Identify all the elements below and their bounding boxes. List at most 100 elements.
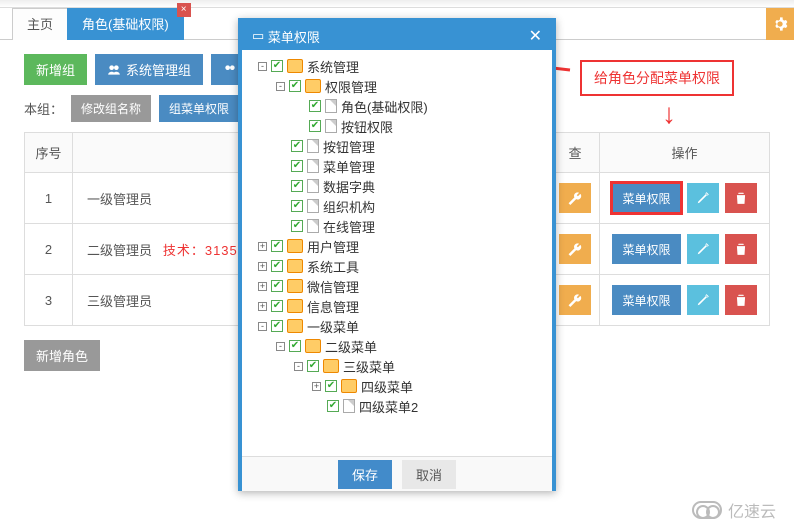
tree-node: 菜单管理 — [248, 156, 546, 176]
tree-checkbox[interactable] — [291, 140, 303, 152]
tree-label[interactable]: 一级菜单 — [307, 317, 359, 336]
tree-expander[interactable]: - — [258, 62, 267, 71]
tree-label[interactable]: 微信管理 — [307, 277, 359, 296]
tree-label[interactable]: 系统工具 — [307, 257, 359, 276]
modal-header[interactable]: ▭ 菜单权限 ✕ — [242, 22, 552, 50]
tree-node: 按钮权限 — [248, 116, 546, 136]
tree-checkbox[interactable] — [271, 280, 283, 292]
tree-checkbox[interactable] — [271, 240, 283, 252]
new-group-button[interactable]: 新增组 — [24, 54, 87, 85]
cell-view — [551, 275, 600, 326]
cell-ops: 菜单权限 — [600, 275, 770, 326]
cancel-button[interactable]: 取消 — [402, 460, 456, 489]
watermark-text: 亿速云 — [728, 498, 776, 522]
tree-label[interactable]: 按钮权限 — [341, 117, 393, 136]
tree-label[interactable]: 数据字典 — [323, 177, 375, 196]
folder-icon — [323, 359, 339, 373]
users-icon — [107, 63, 121, 77]
tree-label[interactable]: 二级菜单 — [325, 337, 377, 356]
add-role-button[interactable]: 新增角色 — [24, 340, 100, 371]
tree-label[interactable]: 四级菜单2 — [359, 397, 418, 416]
save-button[interactable]: 保存 — [338, 460, 392, 489]
menu-perm-modal: ▭ 菜单权限 ✕ - 系统管理 - 权限管理 角色(基础权限) 按钮权限 按钮管… — [238, 18, 556, 491]
tree-expander[interactable]: - — [276, 82, 285, 91]
edit-button[interactable] — [687, 234, 719, 264]
tab-home[interactable]: 主页 — [12, 8, 68, 40]
delete-button[interactable] — [725, 234, 757, 264]
tree-label[interactable]: 权限管理 — [325, 77, 377, 96]
tree-checkbox[interactable] — [307, 360, 319, 372]
tree-node: 四级菜单2 — [248, 396, 546, 416]
tree-checkbox[interactable] — [291, 160, 303, 172]
perm-tree: - 系统管理 - 权限管理 角色(基础权限) 按钮权限 按钮管理 菜单管理 数据… — [248, 56, 546, 416]
file-icon — [325, 119, 337, 133]
wrench-button[interactable] — [559, 234, 591, 264]
tree-checkbox[interactable] — [271, 320, 283, 332]
tree-label[interactable]: 按钮管理 — [323, 137, 375, 156]
modal-title: 菜单权限 — [268, 27, 320, 46]
tree-checkbox[interactable] — [271, 300, 283, 312]
file-icon — [343, 399, 355, 413]
tree-checkbox[interactable] — [271, 60, 283, 72]
modal-body[interactable]: - 系统管理 - 权限管理 角色(基础权限) 按钮权限 按钮管理 菜单管理 数据… — [242, 50, 552, 456]
delete-button[interactable] — [725, 285, 757, 315]
delete-button[interactable] — [725, 183, 757, 213]
tree-expander[interactable]: - — [258, 322, 267, 331]
tree-checkbox[interactable] — [325, 380, 337, 392]
tree-spacer — [294, 122, 305, 131]
tree-expander[interactable]: + — [258, 262, 267, 271]
tab-role-basic-perm[interactable]: 角色(基础权限) × — [67, 8, 184, 40]
settings-gear-button[interactable] — [766, 8, 794, 40]
tree-checkbox[interactable] — [271, 260, 283, 272]
tree-spacer — [276, 202, 287, 211]
tree-label[interactable]: 信息管理 — [307, 297, 359, 316]
tree-label[interactable]: 在线管理 — [323, 217, 375, 236]
cell-ops: 菜单权限 — [600, 224, 770, 275]
close-icon[interactable]: × — [177, 3, 191, 17]
tree-label[interactable]: 三级菜单 — [343, 357, 395, 376]
watermark: 亿速云 — [692, 498, 776, 522]
menu-perm-button[interactable]: 菜单权限 — [612, 234, 680, 264]
file-icon — [307, 219, 319, 233]
tree-expander[interactable]: + — [258, 282, 267, 291]
tree-expander[interactable]: + — [258, 242, 267, 251]
menu-perm-button[interactable]: 菜单权限 — [612, 183, 680, 213]
rename-group-button[interactable]: 修改组名称 — [71, 95, 151, 122]
tree-label[interactable]: 菜单管理 — [323, 157, 375, 176]
tree-spacer — [276, 162, 287, 171]
group-menu-perm-button[interactable]: 组菜单权限 — [159, 95, 239, 122]
tree-node: - 一级菜单 — [248, 316, 546, 336]
tree-checkbox[interactable] — [327, 400, 339, 412]
tree-checkbox[interactable] — [291, 200, 303, 212]
wrench-button[interactable] — [559, 285, 591, 315]
file-icon — [307, 139, 319, 153]
close-icon[interactable]: ✕ — [529, 26, 542, 46]
tree-expander[interactable]: + — [312, 382, 321, 391]
tree-label[interactable]: 角色(基础权限) — [341, 97, 428, 116]
edit-button[interactable] — [687, 183, 719, 213]
tree-expander[interactable]: - — [276, 342, 285, 351]
tree-checkbox[interactable] — [289, 80, 301, 92]
cell-view — [551, 224, 600, 275]
folder-icon — [305, 339, 321, 353]
tree-label[interactable]: 用户管理 — [307, 237, 359, 256]
edit-button[interactable] — [687, 285, 719, 315]
annotation-arrow-down: ↓ — [662, 100, 676, 128]
tree-checkbox[interactable] — [291, 180, 303, 192]
tree-node: - 系统管理 — [248, 56, 546, 76]
folder-icon — [305, 79, 321, 93]
tree-expander[interactable]: - — [294, 362, 303, 371]
system-manage-group-button[interactable]: 系统管理组 — [95, 54, 203, 85]
tree-expander[interactable]: + — [258, 302, 267, 311]
tree-label[interactable]: 系统管理 — [307, 57, 359, 76]
tree-node: - 权限管理 — [248, 76, 546, 96]
tree-checkbox[interactable] — [309, 120, 321, 132]
menu-perm-button[interactable]: 菜单权限 — [612, 285, 680, 315]
tree-label[interactable]: 四级菜单 — [361, 377, 413, 396]
tree-checkbox[interactable] — [309, 100, 321, 112]
tree-label[interactable]: 组织机构 — [323, 197, 375, 216]
wrench-button[interactable] — [559, 183, 591, 213]
tree-node: + 微信管理 — [248, 276, 546, 296]
tree-checkbox[interactable] — [291, 220, 303, 232]
tree-checkbox[interactable] — [289, 340, 301, 352]
